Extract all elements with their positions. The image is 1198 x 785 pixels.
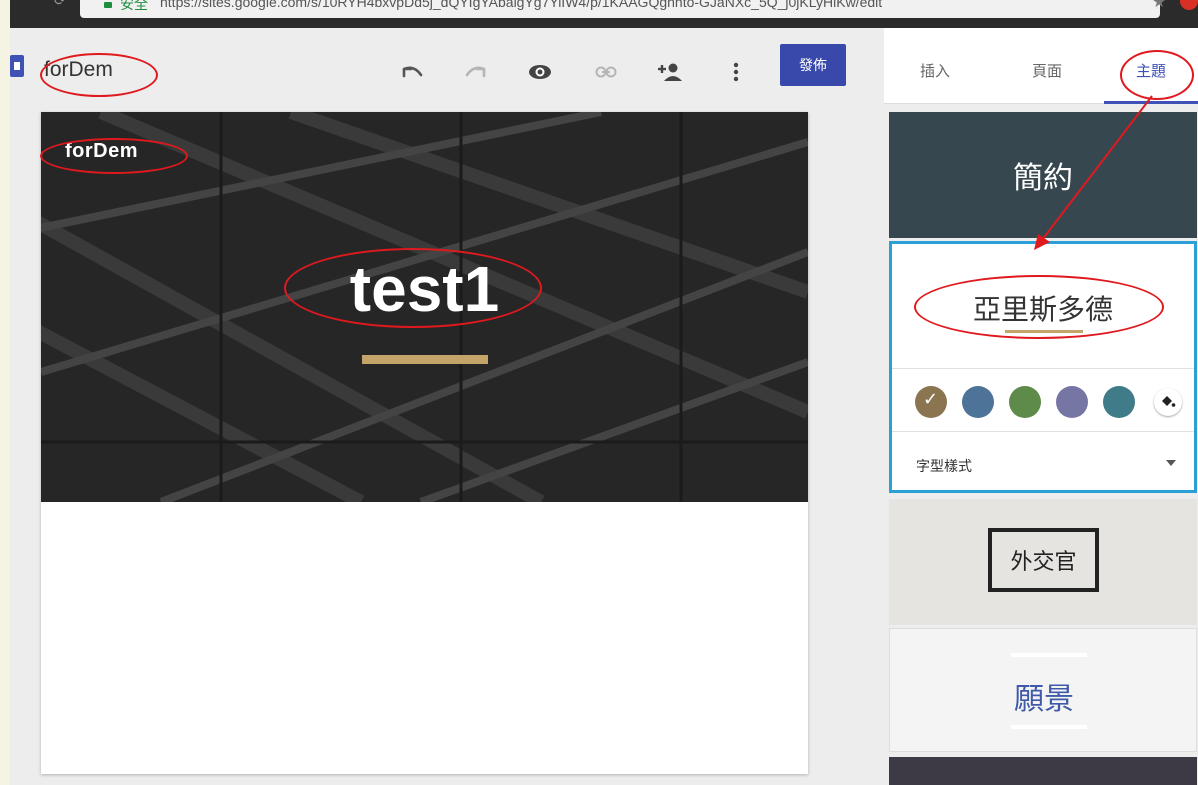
annotation-ellipse-hero-title bbox=[284, 248, 542, 328]
tab-insert[interactable]: 插入 bbox=[920, 60, 950, 81]
secure-label: 安全 bbox=[120, 0, 148, 12]
add-person-icon[interactable] bbox=[656, 60, 684, 84]
extension-icon[interactable] bbox=[1180, 0, 1198, 10]
bookmark-star-icon[interactable]: ★ bbox=[1152, 0, 1166, 12]
google-sites-logo-icon[interactable] bbox=[10, 55, 24, 77]
reload-icon[interactable]: ⟳ bbox=[54, 0, 66, 9]
color-swatch-3[interactable] bbox=[1009, 386, 1041, 418]
theme-diplomat-label: 外交官 bbox=[988, 528, 1099, 592]
page-preview: forDem test1 bbox=[41, 112, 808, 774]
annotation-ellipse-hero-site-name bbox=[40, 138, 188, 174]
redo-icon[interactable] bbox=[462, 60, 490, 84]
undo-icon[interactable] bbox=[398, 60, 426, 84]
hero-title-underline bbox=[362, 355, 488, 364]
theme-vision-top-bar bbox=[1011, 653, 1087, 657]
divider bbox=[892, 431, 1194, 432]
side-panel: 插入 頁面 主題 簡約 亞里斯多德 ✓ 字型樣式 外交官 願景 bbox=[884, 28, 1198, 785]
annotation-ellipse-theme-title bbox=[914, 275, 1164, 339]
theme-vision-bottom-bar bbox=[1011, 725, 1087, 729]
link-icon[interactable] bbox=[592, 60, 620, 84]
color-swatch-5[interactable] bbox=[1103, 386, 1135, 418]
annotation-ellipse-site-name bbox=[40, 53, 158, 97]
tab-pages[interactable]: 頁面 bbox=[1032, 60, 1062, 81]
check-icon: ✓ bbox=[923, 389, 939, 409]
color-swatch-4[interactable] bbox=[1056, 386, 1088, 418]
editor-area: forDem 發佈 forDem test1 bbox=[10, 28, 884, 785]
lock-icon bbox=[104, 2, 112, 8]
theme-vision[interactable]: 願景 bbox=[889, 628, 1197, 752]
annotation-arrow bbox=[1034, 95, 1153, 250]
chevron-down-icon[interactable] bbox=[1166, 460, 1176, 466]
publish-button[interactable]: 發佈 bbox=[780, 44, 846, 86]
preview-eye-icon[interactable] bbox=[526, 60, 554, 84]
more-vert-icon[interactable] bbox=[722, 60, 750, 84]
theme-diplomat[interactable]: 外交官 bbox=[889, 499, 1197, 625]
theme-vision-label: 願景 bbox=[1014, 683, 1074, 716]
custom-color-paint-bucket-icon[interactable] bbox=[1154, 388, 1182, 416]
font-style-dropdown-label[interactable]: 字型樣式 bbox=[916, 456, 972, 476]
color-swatch-2[interactable] bbox=[962, 386, 994, 418]
divider bbox=[892, 368, 1194, 369]
browser-address-bar: ⟳ 安全 https://sites.google.com/s/10RYH4bx… bbox=[10, 0, 1198, 28]
theme-next-partial[interactable] bbox=[889, 757, 1197, 785]
color-swatch-1[interactable]: ✓ bbox=[915, 386, 947, 418]
url-text[interactable]: https://sites.google.com/s/10RYH4bxvpDd5… bbox=[160, 0, 882, 10]
